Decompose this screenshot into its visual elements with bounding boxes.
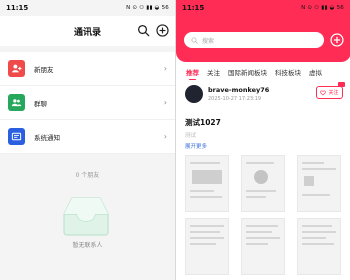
menu-item-system-notice[interactable]: 系统通知 › [0,120,175,154]
menu-item-label: 系统通知 [34,133,60,142]
tab-virtual[interactable]: 虚拟 [309,67,322,77]
tab-tech[interactable]: 科技板块 [275,67,301,77]
post-subtitle: 测试 [185,133,197,139]
search-icon[interactable] [137,24,150,37]
heart-icon [320,90,327,96]
image-thumbnail[interactable] [185,155,229,212]
image-thumbnail[interactable] [241,155,285,212]
add-circle-icon[interactable] [330,33,344,47]
expand-more-link[interactable]: 展开更多 [185,142,207,150]
menu-item-label: 新朋友 [34,65,54,74]
friend-count: 0 个朋友 [75,172,100,179]
follow-label: 关注 [328,90,339,96]
search-placeholder: 搜索 [202,37,215,45]
chevron-right-icon: › [163,64,167,73]
empty-state-text: 暂无联系人 [72,242,103,249]
contacts-header: 通讯录 [0,16,175,46]
image-thumbnail[interactable] [297,218,341,275]
chevron-right-icon: › [163,132,167,141]
status-bar: 11:15 N ⊙ ⚇ ▮▮ ◒ 56 [0,0,175,16]
chevron-right-icon: › [163,98,167,107]
status-icons: N ⊙ ⚇ ▮▮ ◒ 56 [301,5,344,11]
category-tabs: 推荐 关注 国际新闻板块 科技板块 虚拟 [176,64,350,80]
search-input[interactable]: 搜索 [184,32,324,48]
status-bar: 11:15 N ⊙ ⚇ ▮▮ ◒ 56 [176,0,350,16]
post-title: 测试1027 [185,118,221,127]
search-icon [191,36,198,44]
group-icon [8,94,25,111]
page-title: 通讯录 [73,27,101,38]
image-grid [185,155,347,275]
menu-item-label: 群聊 [34,99,47,108]
status-icons: N ⊙ ⚇ ▮▮ ◒ 56 [126,5,169,11]
notification-icon [8,128,25,145]
add-person-icon [8,60,25,77]
status-time: 11:15 [182,4,205,12]
image-thumbnail[interactable] [185,218,229,275]
corner-tag-icon [338,82,345,87]
menu-item-group-chat[interactable]: 群聊 › [0,86,175,120]
follow-button[interactable]: 关注 [316,86,343,99]
contacts-menu: 新朋友 › 群聊 › 系统通知 › [0,52,175,154]
feed-screen: 11:15 N ⊙ ⚇ ▮▮ ◒ 56 搜索 推荐 关注 国际新闻板块 科技板块… [175,0,350,280]
image-thumbnail[interactable] [297,155,341,212]
status-time: 11:15 [6,4,29,12]
empty-inbox-icon [63,197,109,236]
tab-recommend[interactable]: 推荐 [186,67,199,80]
avatar[interactable] [185,85,203,103]
tab-following[interactable]: 关注 [207,67,220,77]
contacts-screen: 11:15 N ⊙ ⚇ ▮▮ ◒ 56 通讯录 新朋友 › 群聊 › 系统通知 … [0,0,175,280]
menu-item-new-friends[interactable]: 新朋友 › [0,52,175,86]
post-header: brave-monkey76 2025-10-27 17:23:19 关注 [185,82,345,106]
add-circle-icon[interactable] [156,24,169,37]
post-username[interactable]: brave-monkey76 [208,86,269,94]
tab-world-news[interactable]: 国际新闻板块 [228,67,267,77]
image-thumbnail[interactable] [241,218,285,275]
post-date: 2025-10-27 17:23:19 [208,96,262,102]
